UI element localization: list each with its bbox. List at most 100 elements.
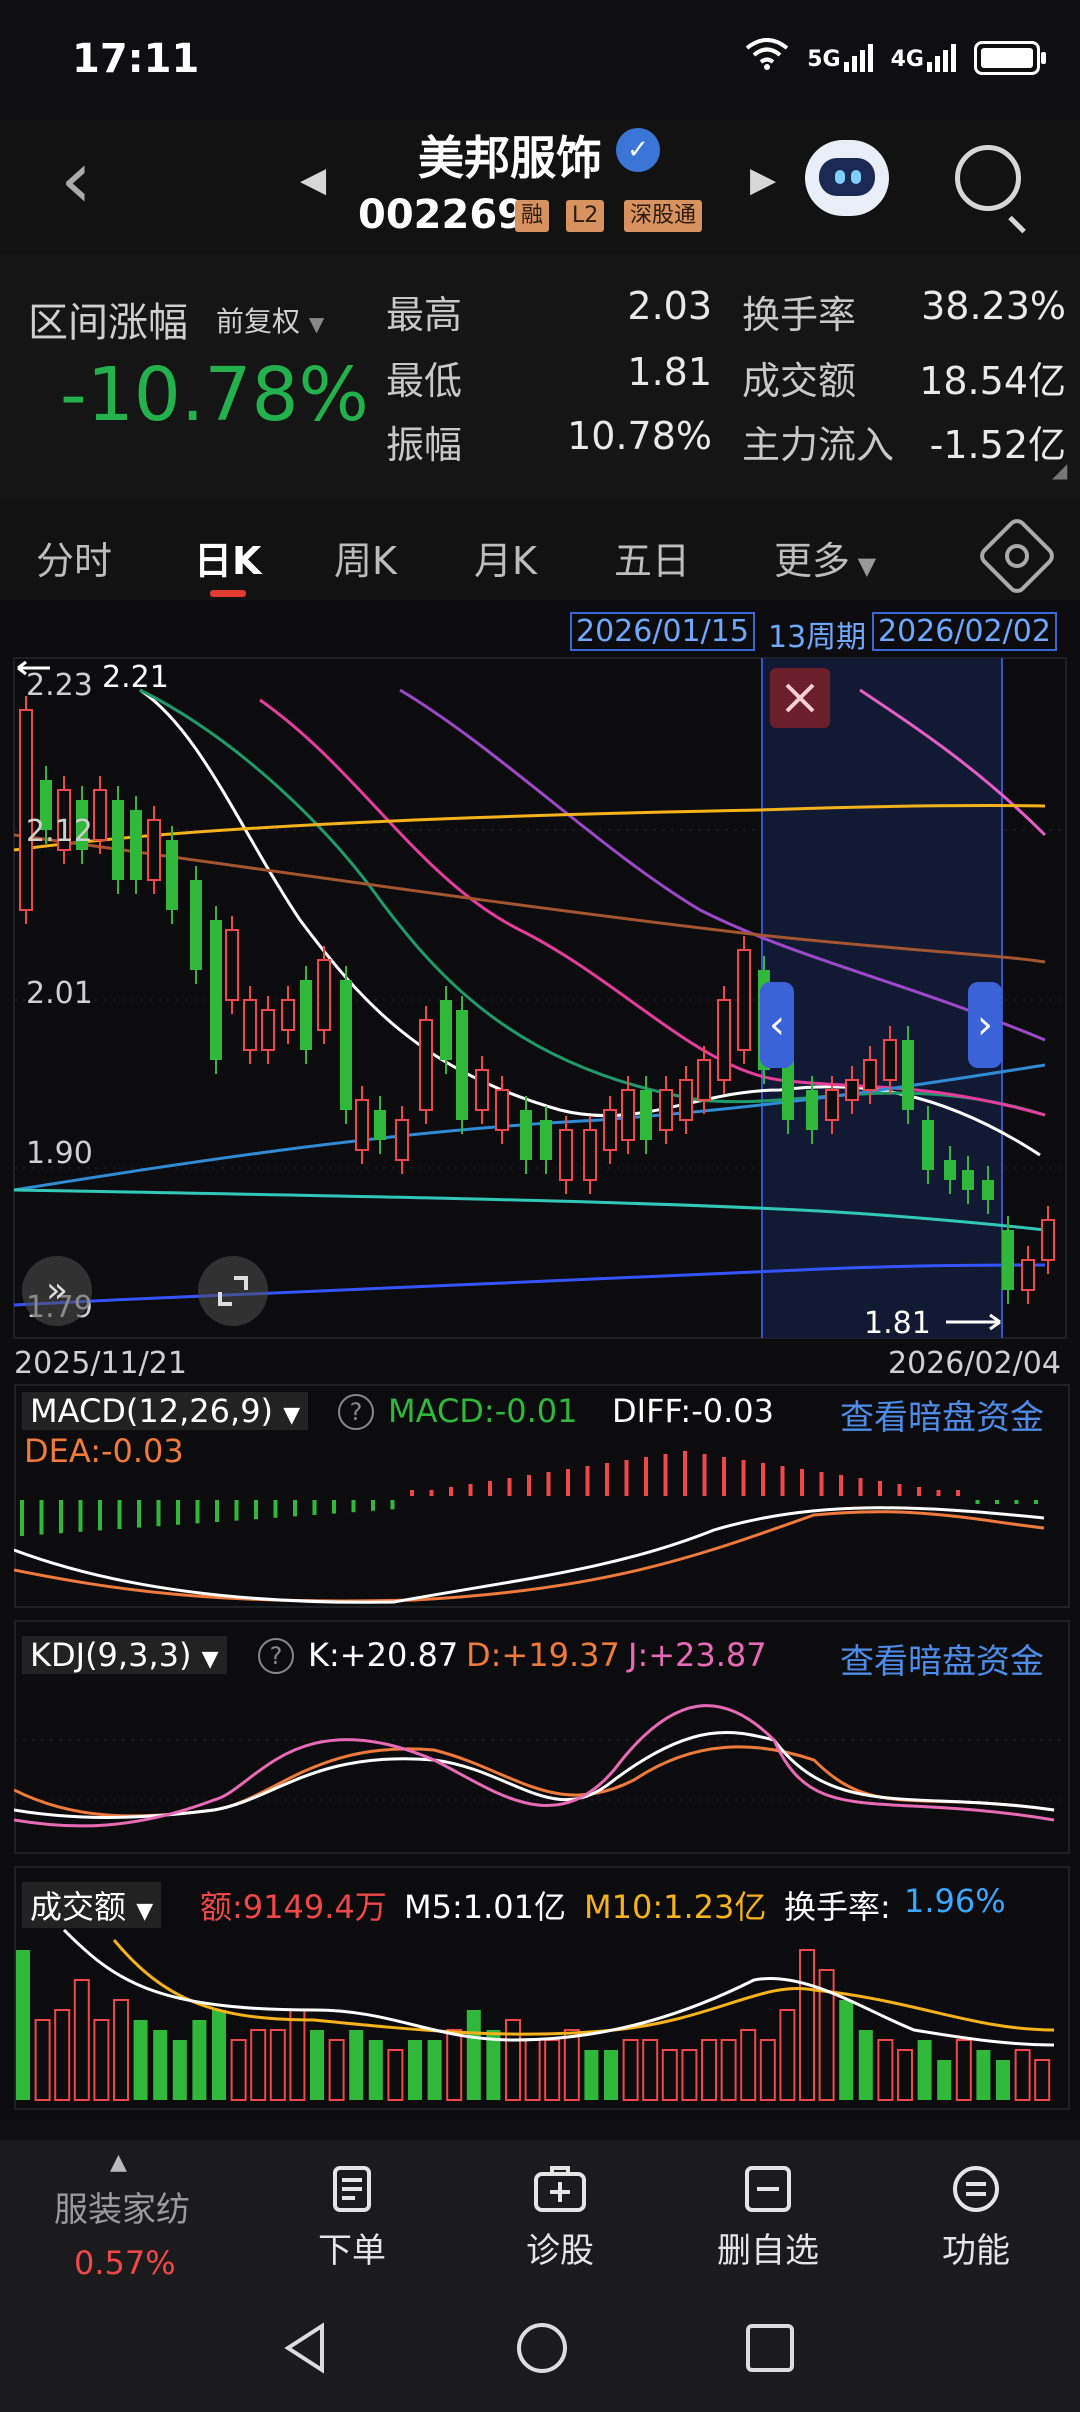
diagnose-button[interactable]: 诊股 xyxy=(480,2164,640,2272)
volume-bar xyxy=(328,2039,345,2101)
status-time: 17:11 xyxy=(72,36,200,82)
macd-indicator-select[interactable]: MACD(12,26,9) ▼ xyxy=(22,1392,309,1430)
candle-body xyxy=(863,1059,877,1091)
candle-body xyxy=(982,1180,994,1200)
candle-body xyxy=(374,1110,386,1140)
candle-body xyxy=(93,789,107,841)
tab-intraday[interactable]: 分时 xyxy=(36,530,112,585)
candle-body xyxy=(190,880,202,970)
candle-body xyxy=(261,1009,275,1051)
macd-name: MACD(12,26,9) xyxy=(30,1392,274,1430)
macd-bar xyxy=(995,1500,999,1504)
macd-bar xyxy=(215,1500,219,1522)
corner-expand-icon[interactable]: ◢ xyxy=(1052,458,1067,482)
macd-bar xyxy=(936,1490,941,1496)
macd-bar xyxy=(156,1500,161,1527)
volume-bar xyxy=(387,2049,404,2101)
volume-bar xyxy=(877,2039,894,2101)
macd-bar xyxy=(312,1500,317,1515)
sector-name[interactable]: 服装家纺 xyxy=(54,2182,190,2231)
nav-back-icon[interactable] xyxy=(280,2320,330,2376)
tab-weekly-k[interactable]: 周K xyxy=(334,530,397,585)
search-icon[interactable] xyxy=(955,145,1021,211)
order-button[interactable]: 下单 xyxy=(272,2164,432,2272)
stock-name: 美邦服饰 xyxy=(418,131,602,185)
next-stock-arrow-icon[interactable]: ▶ xyxy=(750,160,776,200)
volume-bar xyxy=(1034,2059,1051,2101)
ai-assistant-robot-icon[interactable] xyxy=(805,140,889,216)
macd-bar xyxy=(546,1472,551,1496)
volume-bar xyxy=(172,2040,187,2100)
tab-more[interactable]: 更多 ▼ xyxy=(774,530,876,585)
kline-chart[interactable]: ‹ › xyxy=(0,650,1080,1340)
fast-forward-icon[interactable]: » xyxy=(22,1256,92,1326)
tab-five-day[interactable]: 五日 xyxy=(614,530,690,585)
macd-bar xyxy=(20,1500,24,1536)
macd-bar xyxy=(644,1457,648,1496)
range-change-label: 区间涨幅 xyxy=(28,300,188,346)
volume-bar xyxy=(1014,2049,1031,2101)
period-tabs xyxy=(0,500,1080,600)
volume-bar xyxy=(16,1950,30,2100)
remove-watchlist-button[interactable]: 删自选 xyxy=(688,2164,848,2272)
net-label-5g: 5G xyxy=(807,46,841,72)
macd-bar xyxy=(488,1481,492,1496)
fullscreen-icon[interactable] xyxy=(198,1256,268,1326)
macd-chart xyxy=(14,1451,1045,1604)
tab-daily-k[interactable]: 日K xyxy=(194,530,261,585)
macd-bar xyxy=(917,1487,921,1496)
macd-bar xyxy=(78,1500,83,1532)
tag-shenzhen-connect: 深股通 xyxy=(624,200,703,232)
volume-bar xyxy=(584,2050,599,2100)
macd-bar xyxy=(624,1460,629,1496)
macd-bar xyxy=(897,1484,902,1496)
macd-bar xyxy=(137,1500,141,1528)
macd-bar xyxy=(683,1451,687,1496)
macd-bar xyxy=(390,1500,395,1510)
volume-bar xyxy=(289,2009,306,2101)
volume-bar xyxy=(779,2009,796,2101)
macd-bar xyxy=(1034,1500,1038,1504)
macd-bar xyxy=(975,1500,980,1504)
y-label-1: 2.23 xyxy=(26,668,93,703)
prev-stock-arrow-icon[interactable]: ◀ xyxy=(300,160,326,200)
volume-bar xyxy=(544,2039,561,2101)
volume-bar xyxy=(937,2060,952,2100)
macd-bar xyxy=(800,1469,804,1496)
wifi-icon xyxy=(745,38,789,77)
amplitude-value: 10.78% xyxy=(567,414,712,458)
nav-home-icon[interactable] xyxy=(514,2320,570,2376)
function-button[interactable]: 功能 xyxy=(896,2164,1056,2272)
tab-monthly-k[interactable]: 月K xyxy=(474,530,537,585)
back-button[interactable]: ‹ xyxy=(60,140,120,220)
candle-body xyxy=(944,1160,956,1180)
macd-bar xyxy=(780,1466,785,1496)
candle-body xyxy=(147,819,161,881)
chevron-down-icon: ▼ xyxy=(308,312,325,336)
range-selection-overlay[interactable] xyxy=(762,658,1002,1338)
x-end-date: 2026/02/04 xyxy=(888,1346,1061,1381)
macd-bar xyxy=(566,1469,570,1496)
volume-bar xyxy=(759,2039,776,2101)
candle-body xyxy=(419,1019,433,1111)
adjust-mode-label: 前复权 xyxy=(216,305,301,338)
help-icon[interactable]: ? xyxy=(258,1638,294,1674)
range-end-date[interactable]: 2026/02/02 xyxy=(872,612,1057,651)
candle-body xyxy=(456,1010,468,1120)
dark-pool-link-kdj[interactable]: 查看暗盘资金 xyxy=(840,1634,1044,1683)
macd-bar xyxy=(741,1460,746,1496)
macd-bar xyxy=(507,1478,512,1496)
adjust-mode-select[interactable]: 前复权 ▼ xyxy=(216,300,324,340)
candle-body xyxy=(210,920,222,1060)
candle-body xyxy=(659,1089,673,1131)
kdj-indicator-select[interactable]: KDJ(9,3,3) ▼ xyxy=(22,1636,227,1674)
remove-watchlist-icon xyxy=(745,2166,791,2212)
range-start-date[interactable]: 2026/01/15 xyxy=(570,612,755,651)
nav-recents-icon[interactable] xyxy=(744,2322,796,2374)
candle-body xyxy=(825,1089,839,1121)
tab-more-label: 更多 xyxy=(774,539,851,583)
volume-bar xyxy=(740,2029,757,2101)
k-value: K:+20.87 xyxy=(308,1636,459,1674)
volume-bar xyxy=(93,2019,110,2101)
help-icon[interactable]: ? xyxy=(338,1394,374,1430)
